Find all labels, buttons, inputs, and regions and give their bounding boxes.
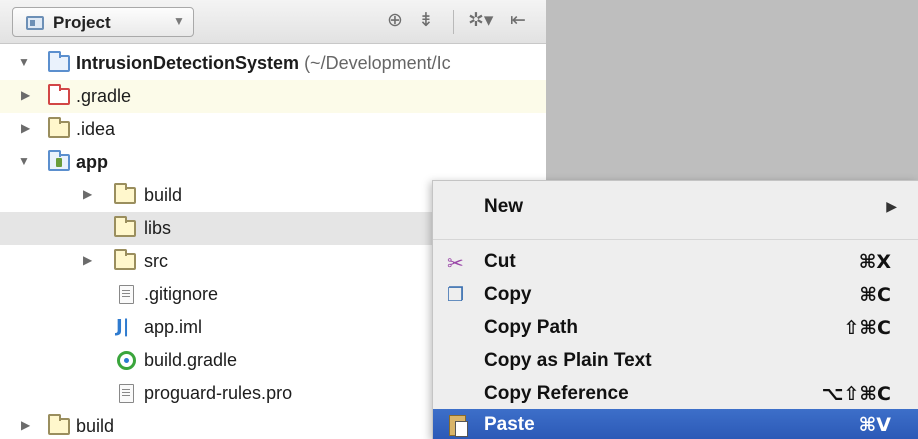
collapse-arrow-icon[interactable]: ▶	[83, 253, 92, 267]
scissors-icon: ✂	[447, 253, 464, 275]
tree-item-label: libs	[144, 218, 172, 238]
folder-icon	[114, 249, 136, 270]
target-icon[interactable]: ⊕	[387, 9, 403, 33]
menu-divider	[433, 239, 918, 240]
menu-item-label: Copy as Plain Text	[484, 350, 652, 371]
menu-item-new[interactable]: New ▶	[433, 191, 918, 224]
android-module-icon	[48, 150, 70, 171]
menu-item-label: Cut	[484, 251, 516, 272]
menu-item-copy-plain-text[interactable]: Copy as Plain Text	[433, 345, 918, 378]
hide-panel-icon[interactable]: ⇤	[510, 9, 526, 33]
tree-item-label: src	[144, 251, 168, 271]
settings-dropdown-icon[interactable]: ✲▾	[468, 9, 493, 33]
folder-icon	[48, 414, 70, 435]
view-selector-label: Project	[53, 13, 111, 32]
tree-item-label: app	[76, 152, 109, 172]
expand-arrow-icon[interactable]: ▼	[18, 154, 30, 168]
submenu-arrow-icon: ▶	[886, 198, 897, 214]
menu-item-copy[interactable]: ❐ Copy ⌘C	[433, 279, 918, 312]
tree-item-label: proguard-rules.pro	[144, 383, 293, 403]
text-file-icon	[119, 285, 134, 304]
iml-file-icon: J|	[116, 316, 130, 337]
module-folder-icon	[48, 51, 70, 72]
collapse-arrow-icon[interactable]: ▶	[83, 187, 92, 201]
folder-icon	[114, 216, 136, 237]
folder-icon	[114, 183, 136, 204]
menu-item-copy-reference[interactable]: Copy Reference ⌥⇧⌘C	[433, 378, 918, 411]
menu-item-copy-path[interactable]: Copy Path ⇧⌘C	[433, 312, 918, 345]
folder-icon	[48, 117, 70, 138]
collapse-arrow-icon[interactable]: ▶	[21, 418, 30, 432]
chevron-down-icon: ▼	[173, 14, 185, 28]
tree-item-label: build	[76, 416, 115, 436]
project-toolbar: Project ▼ ⊕ ⇟ ✲▾ ⇤	[0, 0, 546, 44]
collapse-arrow-icon[interactable]: ▶	[21, 88, 30, 102]
menu-item-label: New	[484, 196, 524, 217]
tree-row-idea-dir[interactable]: ▶ .idea	[0, 113, 546, 146]
tree-item-label: build.gradle	[144, 350, 238, 370]
menu-item-label: Copy Reference	[484, 383, 629, 404]
copy-icon: ❐	[447, 285, 465, 306]
menu-shortcut: ⌥⇧⌘C	[821, 383, 891, 405]
tree-item-label: .idea	[76, 119, 116, 139]
toolbar-divider	[453, 10, 454, 34]
tree-item-label: build	[144, 185, 183, 205]
collapse-arrow-icon[interactable]: ▶	[21, 121, 30, 135]
view-selector-dropdown[interactable]: Project ▼	[12, 7, 194, 37]
tree-item-label: .gradle	[76, 86, 132, 106]
menu-shortcut: ⌘C	[859, 284, 891, 306]
project-icon	[26, 16, 44, 30]
excluded-folder-icon	[48, 84, 70, 105]
paste-icon	[449, 415, 468, 437]
menu-item-paste[interactable]: Paste ⌘V	[433, 409, 918, 439]
tree-row-root[interactable]: ▼ IntrusionDetectionSystem (~/Developmen…	[0, 47, 546, 80]
tree-item-label: .gitignore	[144, 284, 219, 304]
menu-item-label: Paste	[484, 414, 535, 435]
menu-shortcut: ⌘V	[858, 414, 891, 436]
gradle-file-icon	[117, 351, 136, 370]
menu-item-cut[interactable]: ✂ Cut ⌘X	[433, 246, 918, 279]
text-file-icon	[119, 384, 134, 403]
root-project-name: IntrusionDetectionSystem	[76, 53, 300, 73]
tree-row-gradle-dir[interactable]: ▶ .gradle	[0, 80, 546, 113]
expand-arrow-icon[interactable]: ▼	[18, 55, 30, 69]
context-menu: New ▶ ✂ Cut ⌘X ❐ Copy ⌘C Copy Path ⇧⌘C C…	[432, 180, 918, 439]
tree-item-label: app.iml	[144, 317, 203, 337]
menu-item-label: Copy Path	[484, 317, 578, 338]
tree-row-app-module[interactable]: ▼ app	[0, 146, 546, 179]
root-project-path: (~/Development/Ic	[304, 53, 451, 73]
menu-item-label: Copy	[484, 284, 532, 305]
menu-shortcut: ⌘X	[858, 251, 891, 273]
collapse-all-icon[interactable]: ⇟	[418, 9, 434, 33]
menu-shortcut: ⇧⌘C	[843, 317, 892, 339]
